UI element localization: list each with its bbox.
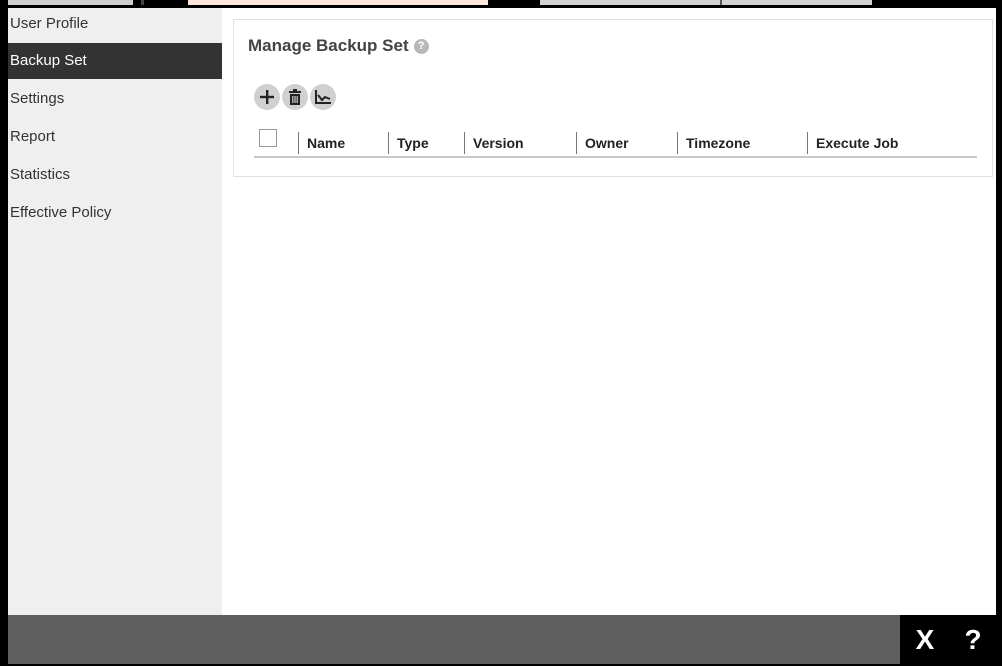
statistics-button[interactable]: [310, 84, 336, 110]
manage-backup-set-panel: Manage Backup Set ? Name Type Version Ow…: [233, 19, 993, 177]
sidebar-item-backup-set[interactable]: Backup Set: [8, 43, 222, 79]
plus-icon: [260, 90, 274, 104]
toolbar: [254, 84, 336, 110]
top-tab-segment[interactable]: [722, 0, 872, 5]
sidebar: User Profile Backup Set Settings Report …: [8, 8, 222, 615]
select-all-checkbox[interactable]: [259, 129, 277, 147]
footer-bar: X ?: [8, 615, 996, 664]
top-tab-divider: [141, 0, 144, 5]
column-header-owner[interactable]: Owner: [576, 132, 629, 154]
chart-icon: [315, 90, 331, 104]
sidebar-item-effective-policy[interactable]: Effective Policy: [8, 195, 222, 231]
top-tab-segment[interactable]: [8, 0, 133, 5]
help-button[interactable]: ?: [950, 615, 996, 664]
add-backup-set-button[interactable]: [254, 84, 280, 110]
sidebar-item-report[interactable]: Report: [8, 119, 222, 155]
window-frame-right: [996, 0, 1002, 666]
column-header-execute-job[interactable]: Execute Job: [807, 132, 898, 154]
trash-icon: [289, 89, 301, 105]
help-icon[interactable]: ?: [413, 38, 429, 54]
column-header-type[interactable]: Type: [388, 132, 429, 154]
page-title-container: Manage Backup Set ?: [248, 36, 429, 56]
window-frame-left: [0, 0, 8, 666]
sidebar-item-statistics[interactable]: Statistics: [8, 157, 222, 193]
table-header: Name Type Version Owner Timezone Execute…: [254, 126, 977, 158]
top-tab-strip: [8, 0, 996, 5]
top-tab-segment[interactable]: [540, 0, 720, 5]
sidebar-item-settings[interactable]: Settings: [8, 81, 222, 117]
column-header-name[interactable]: Name: [298, 132, 345, 154]
column-header-timezone[interactable]: Timezone: [677, 132, 750, 154]
close-button[interactable]: X: [900, 615, 950, 664]
sidebar-item-user-profile[interactable]: User Profile: [8, 7, 222, 41]
delete-backup-set-button[interactable]: [282, 84, 308, 110]
top-tab-segment-active[interactable]: [188, 0, 488, 5]
column-header-version[interactable]: Version: [464, 132, 524, 154]
main-content: Manage Backup Set ? Name Type Version Ow…: [222, 8, 996, 615]
page-title: Manage Backup Set: [248, 36, 409, 55]
